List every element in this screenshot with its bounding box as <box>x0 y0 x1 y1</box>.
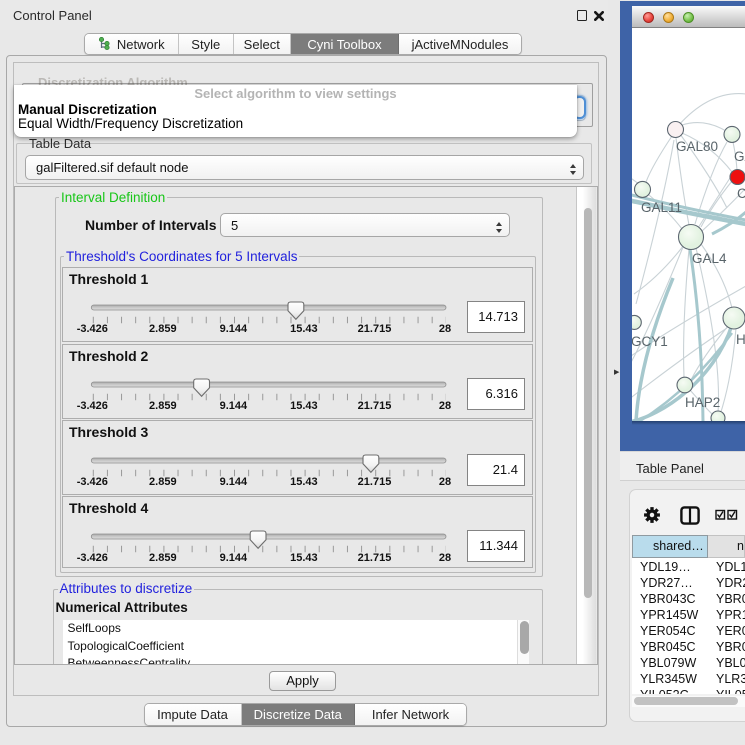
svg-text:GCY1: GCY1 <box>632 334 668 349</box>
svg-text:C: C <box>737 186 745 201</box>
svg-text:HAP2: HAP2 <box>685 395 720 410</box>
svg-text:GAL4: GAL4 <box>692 251 727 266</box>
svg-text:GAL80: GAL80 <box>676 139 718 154</box>
svg-text:GAL11: GAL11 <box>641 200 682 215</box>
svg-text:GA: GA <box>734 149 745 164</box>
svg-text:H: H <box>736 332 745 347</box>
